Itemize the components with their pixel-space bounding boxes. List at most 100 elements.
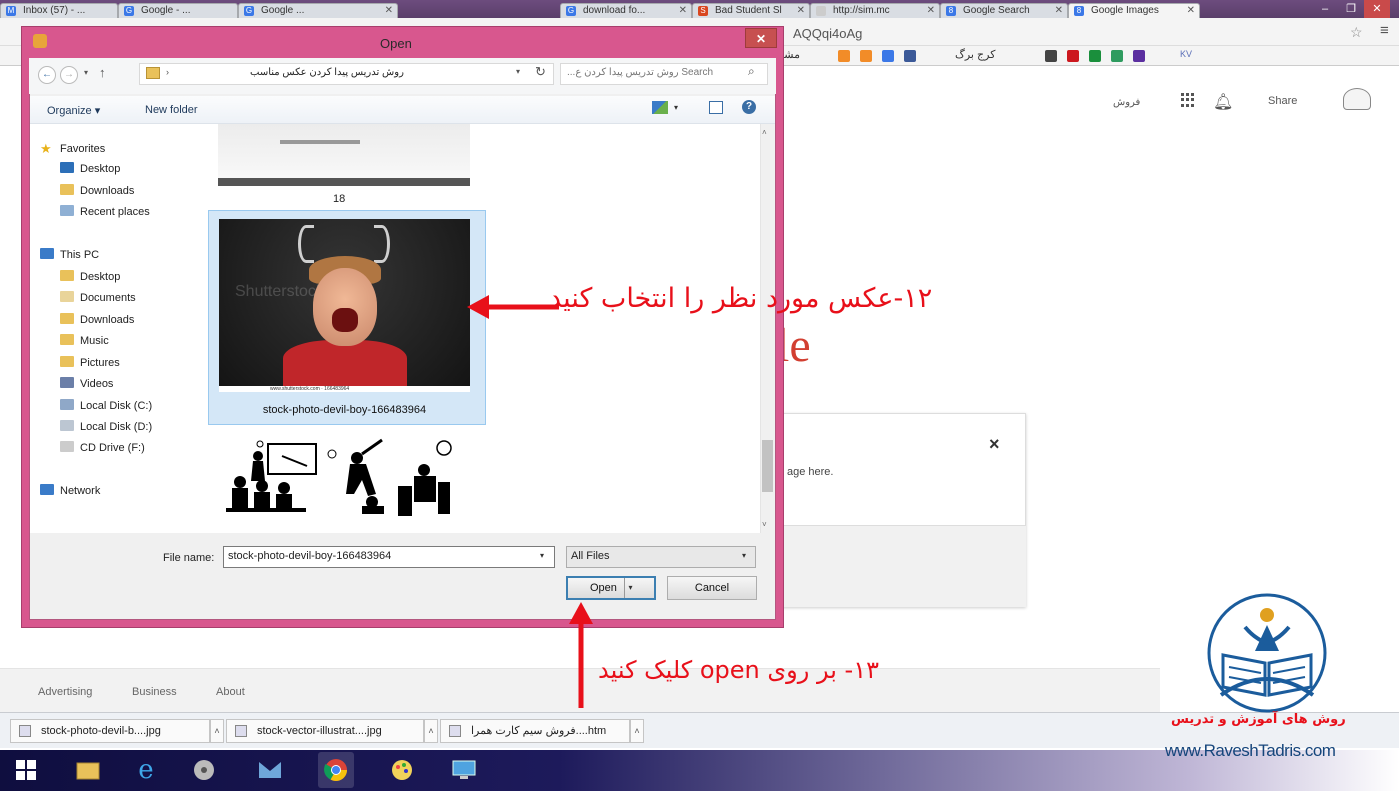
close-icon[interactable]: ✕: [385, 4, 393, 17]
chevron-up-icon[interactable]: ˄: [630, 719, 644, 743]
footer-link-business[interactable]: Business: [132, 686, 177, 698]
nav-cd-drive[interactable]: CD Drive (F:): [60, 441, 145, 454]
preview-pane-icon[interactable]: [709, 101, 723, 114]
file-label-18[interactable]: 18: [333, 193, 345, 205]
paint-icon[interactable]: [384, 752, 420, 788]
close-icon[interactable]: ×: [989, 434, 1000, 455]
scroll-down-icon[interactable]: ˅: [762, 520, 767, 529]
close-icon[interactable]: ✕: [927, 4, 935, 17]
maximize-button[interactable]: ❐: [1338, 0, 1364, 18]
gear-icon[interactable]: [1045, 50, 1057, 62]
recent-locations-icon[interactable]: ▾: [84, 68, 88, 77]
tab-bad-student[interactable]: S Bad Student Sl ✕: [692, 3, 810, 18]
chevron-down-icon[interactable]: ▾: [742, 551, 746, 560]
nav-favorites[interactable]: ★ Favorites: [40, 141, 105, 156]
nav-fav-desktop[interactable]: Desktop: [60, 162, 120, 175]
file-thumbnail-18[interactable]: [218, 124, 470, 186]
bookmark-karaj[interactable]: کرج برگ: [955, 48, 995, 61]
chevron-up-icon[interactable]: ˄: [210, 719, 224, 743]
image-file-icon: [19, 725, 31, 737]
bookmark-icon[interactable]: [1111, 50, 1123, 62]
facebook-icon[interactable]: [904, 50, 916, 62]
window-close-button[interactable]: ✕: [1364, 0, 1390, 18]
tab-google-2[interactable]: G Google ... ✕: [238, 3, 398, 18]
nav-recent-places[interactable]: Recent places: [60, 205, 150, 218]
apps-grid-icon[interactable]: [1181, 93, 1195, 107]
tab-google-1[interactable]: G Google - ...: [118, 3, 238, 18]
start-windows-icon[interactable]: [8, 752, 44, 788]
omnibox-url[interactable]: AQQqi4oAg: [793, 26, 862, 41]
close-icon[interactable]: ✕: [1055, 4, 1063, 17]
nav-pc-downloads[interactable]: Downloads: [60, 313, 134, 326]
youtube-icon[interactable]: [1067, 50, 1079, 62]
tab-sim[interactable]: http://sim.mc ✕: [810, 3, 940, 18]
nav-local-disk-c[interactable]: Local Disk (C:): [60, 399, 152, 412]
change-view-icon[interactable]: [652, 101, 668, 114]
tab-google-search[interactable]: 8 Google Search ✕: [940, 3, 1068, 18]
chevron-up-icon[interactable]: ˄: [424, 719, 438, 743]
nav-fav-downloads[interactable]: Downloads: [60, 184, 134, 197]
tab-inbox[interactable]: M Inbox (57) - ...: [0, 3, 118, 18]
cancel-button[interactable]: Cancel: [667, 576, 757, 600]
breadcrumb-current-folder[interactable]: روش تدریس پیدا کردن عکس مناسب: [250, 67, 404, 78]
nav-pictures[interactable]: Pictures: [60, 356, 120, 369]
download-item[interactable]: stock-photo-devil-b....jpg: [10, 719, 210, 743]
bookmark-kv[interactable]: KV: [1180, 49, 1192, 59]
organize-button[interactable]: Organize ▾: [47, 104, 100, 117]
back-button[interactable]: ←: [38, 66, 56, 84]
file-type-select[interactable]: All Files: [566, 546, 756, 568]
help-icon[interactable]: ?: [742, 100, 756, 114]
file-name-input[interactable]: stock-photo-devil-boy-166483964: [223, 546, 555, 568]
tab-google-images[interactable]: 8 Google Images ✕: [1068, 3, 1200, 18]
avatar[interactable]: [1343, 88, 1371, 110]
close-icon[interactable]: ✕: [679, 4, 687, 17]
search-icon[interactable]: ⌕: [748, 64, 755, 79]
refresh-icon[interactable]: ↻: [535, 64, 546, 80]
internet-explorer-icon[interactable]: e: [128, 752, 164, 788]
selected-file-label[interactable]: stock-photo-devil-boy-166483964: [219, 404, 470, 416]
mail-app-icon[interactable]: [252, 752, 288, 788]
network-icon: [40, 484, 54, 495]
share-button[interactable]: Share: [1268, 95, 1297, 107]
open-button[interactable]: Open: [566, 576, 656, 600]
chevron-down-icon[interactable]: ▾: [674, 103, 678, 112]
nav-documents[interactable]: Documents: [60, 291, 136, 304]
close-icon[interactable]: ✕: [797, 4, 805, 17]
up-arrow-icon[interactable]: ↑: [99, 65, 106, 80]
scroll-up-icon[interactable]: ˄: [762, 128, 767, 137]
close-icon[interactable]: ✕: [1187, 4, 1195, 17]
tab-download[interactable]: Gdownload fo... ✕: [560, 3, 692, 18]
minimize-button[interactable]: –: [1312, 0, 1338, 18]
file-explorer-icon[interactable]: [70, 752, 106, 788]
bookmark-icon[interactable]: [1133, 50, 1145, 62]
nav-this-pc[interactable]: This PC: [40, 248, 99, 261]
chevron-down-icon[interactable]: ▾: [540, 551, 544, 560]
download-item[interactable]: فروش سیم کارت همرا....htm: [440, 719, 630, 743]
nav-videos[interactable]: Videos: [60, 377, 113, 390]
download-item[interactable]: stock-vector-illustrat....jpg: [226, 719, 424, 743]
bookmark-icon[interactable]: [882, 50, 894, 62]
chrome-icon[interactable]: [318, 752, 354, 788]
open-options-dropdown[interactable]: ▾: [624, 578, 636, 598]
chevron-down-icon[interactable]: ▾: [516, 67, 520, 76]
cpanel-icon[interactable]: [860, 50, 872, 62]
user-name[interactable]: فروش: [1113, 97, 1140, 108]
nav-network[interactable]: Network: [40, 484, 100, 497]
notifications-bell-icon[interactable]: 🔔︎: [1213, 92, 1233, 112]
bookmark-icon[interactable]: [1089, 50, 1101, 62]
forward-button[interactable]: →: [60, 66, 78, 84]
media-disc-icon[interactable]: [186, 752, 222, 788]
nav-local-disk-d[interactable]: Local Disk (D:): [60, 420, 152, 433]
cpanel-icon[interactable]: [838, 50, 850, 62]
monitor-app-icon[interactable]: [446, 752, 482, 788]
footer-link-about[interactable]: About: [216, 686, 245, 698]
scrollbar-thumb[interactable]: [762, 440, 773, 492]
menu-icon[interactable]: ≡: [1380, 22, 1389, 39]
new-folder-button[interactable]: New folder: [145, 104, 198, 116]
footer-link-advertising[interactable]: Advertising: [38, 686, 92, 698]
nav-pc-desktop[interactable]: Desktop: [60, 270, 120, 283]
nav-music[interactable]: Music: [60, 334, 109, 347]
breadcrumb-chevron-icon[interactable]: ›: [166, 67, 169, 77]
star-icon[interactable]: ☆: [1350, 24, 1363, 41]
dialog-close-button[interactable]: ✕: [745, 28, 777, 48]
